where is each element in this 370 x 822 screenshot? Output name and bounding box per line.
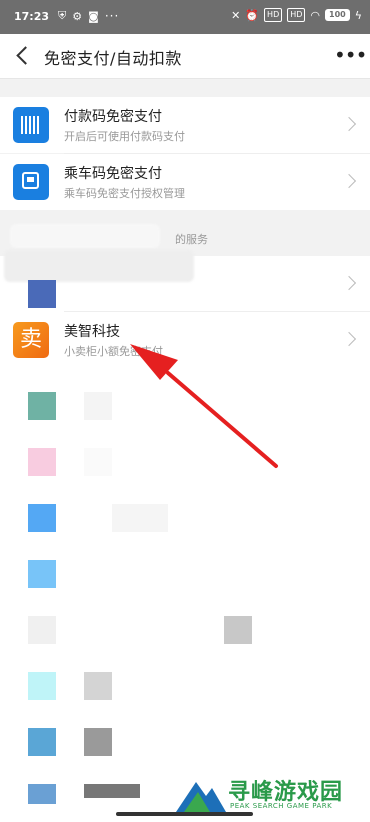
list-item-merchant[interactable]: 卖 美智科技 小卖柜小额免密支付 [0,312,370,368]
redacted-icon [28,616,56,644]
list-item-transit-code[interactable]: 乘车码免密支付 乘车码免密支付授权管理 [0,154,370,210]
bag-icon: ◙ [88,9,99,23]
system-icons: ✕ ⏰ HD HD ◠ 100 ϟ [231,8,362,22]
list-item-redacted[interactable] [0,256,370,311]
nav-bar: 免密支付/自动扣款 ••• [0,34,370,79]
chevron-right-icon [341,116,357,132]
section-label: 的服务 [175,233,208,246]
home-indicator[interactable] [116,812,253,816]
merchant-logo-icon: 卖 [13,322,49,358]
redacted-block [84,448,112,476]
signal-1: HD [264,8,283,22]
redacted-icon [28,728,56,756]
notification-icons: ⛨ ⚙ ◙ ··· [58,9,119,23]
watermark-logo: 寻峰游戏园 PEAK SEARCH GAME PARK [176,774,366,814]
redacted-icon [28,448,56,476]
bus-icon [13,164,49,200]
redacted-block [112,504,168,532]
watermark-subtitle: PEAK SEARCH GAME PARK [230,802,333,810]
item-subtitle: 小卖柜小额免密支付 [64,345,163,358]
item-subtitle: 乘车码免密支付授权管理 [64,187,185,200]
redacted-block [84,672,112,700]
shield-icon: ⛨ [58,9,67,22]
blurred-region [10,224,160,248]
alarm-icon: ⏰ [245,8,260,22]
charging-icon: ϟ [354,8,362,22]
barcode-icon [13,107,49,143]
redacted-block [84,784,140,798]
item-title: 美智科技 [64,324,120,340]
chevron-right-icon [341,331,357,347]
redacted-block [84,392,112,420]
redacted-icon [28,560,56,588]
list-item-payment-code[interactable]: 付款码免密支付 开启后可使用付款码支付 [0,97,370,153]
item-title: 乘车码免密支付 [64,166,162,182]
page-title: 免密支付/自动扣款 [44,49,182,68]
chevron-right-icon [341,173,357,189]
status-time: 17:23 [14,10,50,23]
back-button[interactable] [10,42,36,70]
redacted-icon [28,672,56,700]
redacted-icon [28,784,56,804]
item-title: 付款码免密支付 [64,109,162,125]
item-subtitle: 开启后可使用付款码支付 [64,130,185,143]
gear-icon: ⚙ [72,9,83,23]
mountain-icon [176,782,226,812]
mute-icon: ✕ [231,8,241,22]
redacted-icon [28,392,56,420]
chevron-right-icon [341,275,357,291]
battery-badge: 100 [325,9,350,21]
redacted-icon [28,504,56,532]
wifi-icon: ◠ [310,8,321,22]
more-notifications-dots: ··· [104,9,120,23]
redacted-block [84,728,112,756]
status-bar: 17:23 ⛨ ⚙ ◙ ··· ✕ ⏰ HD HD ◠ 100 ϟ [0,0,370,34]
more-options-button[interactable]: ••• [334,42,367,70]
signal-2: HD [287,8,306,22]
redacted-block [224,616,252,644]
